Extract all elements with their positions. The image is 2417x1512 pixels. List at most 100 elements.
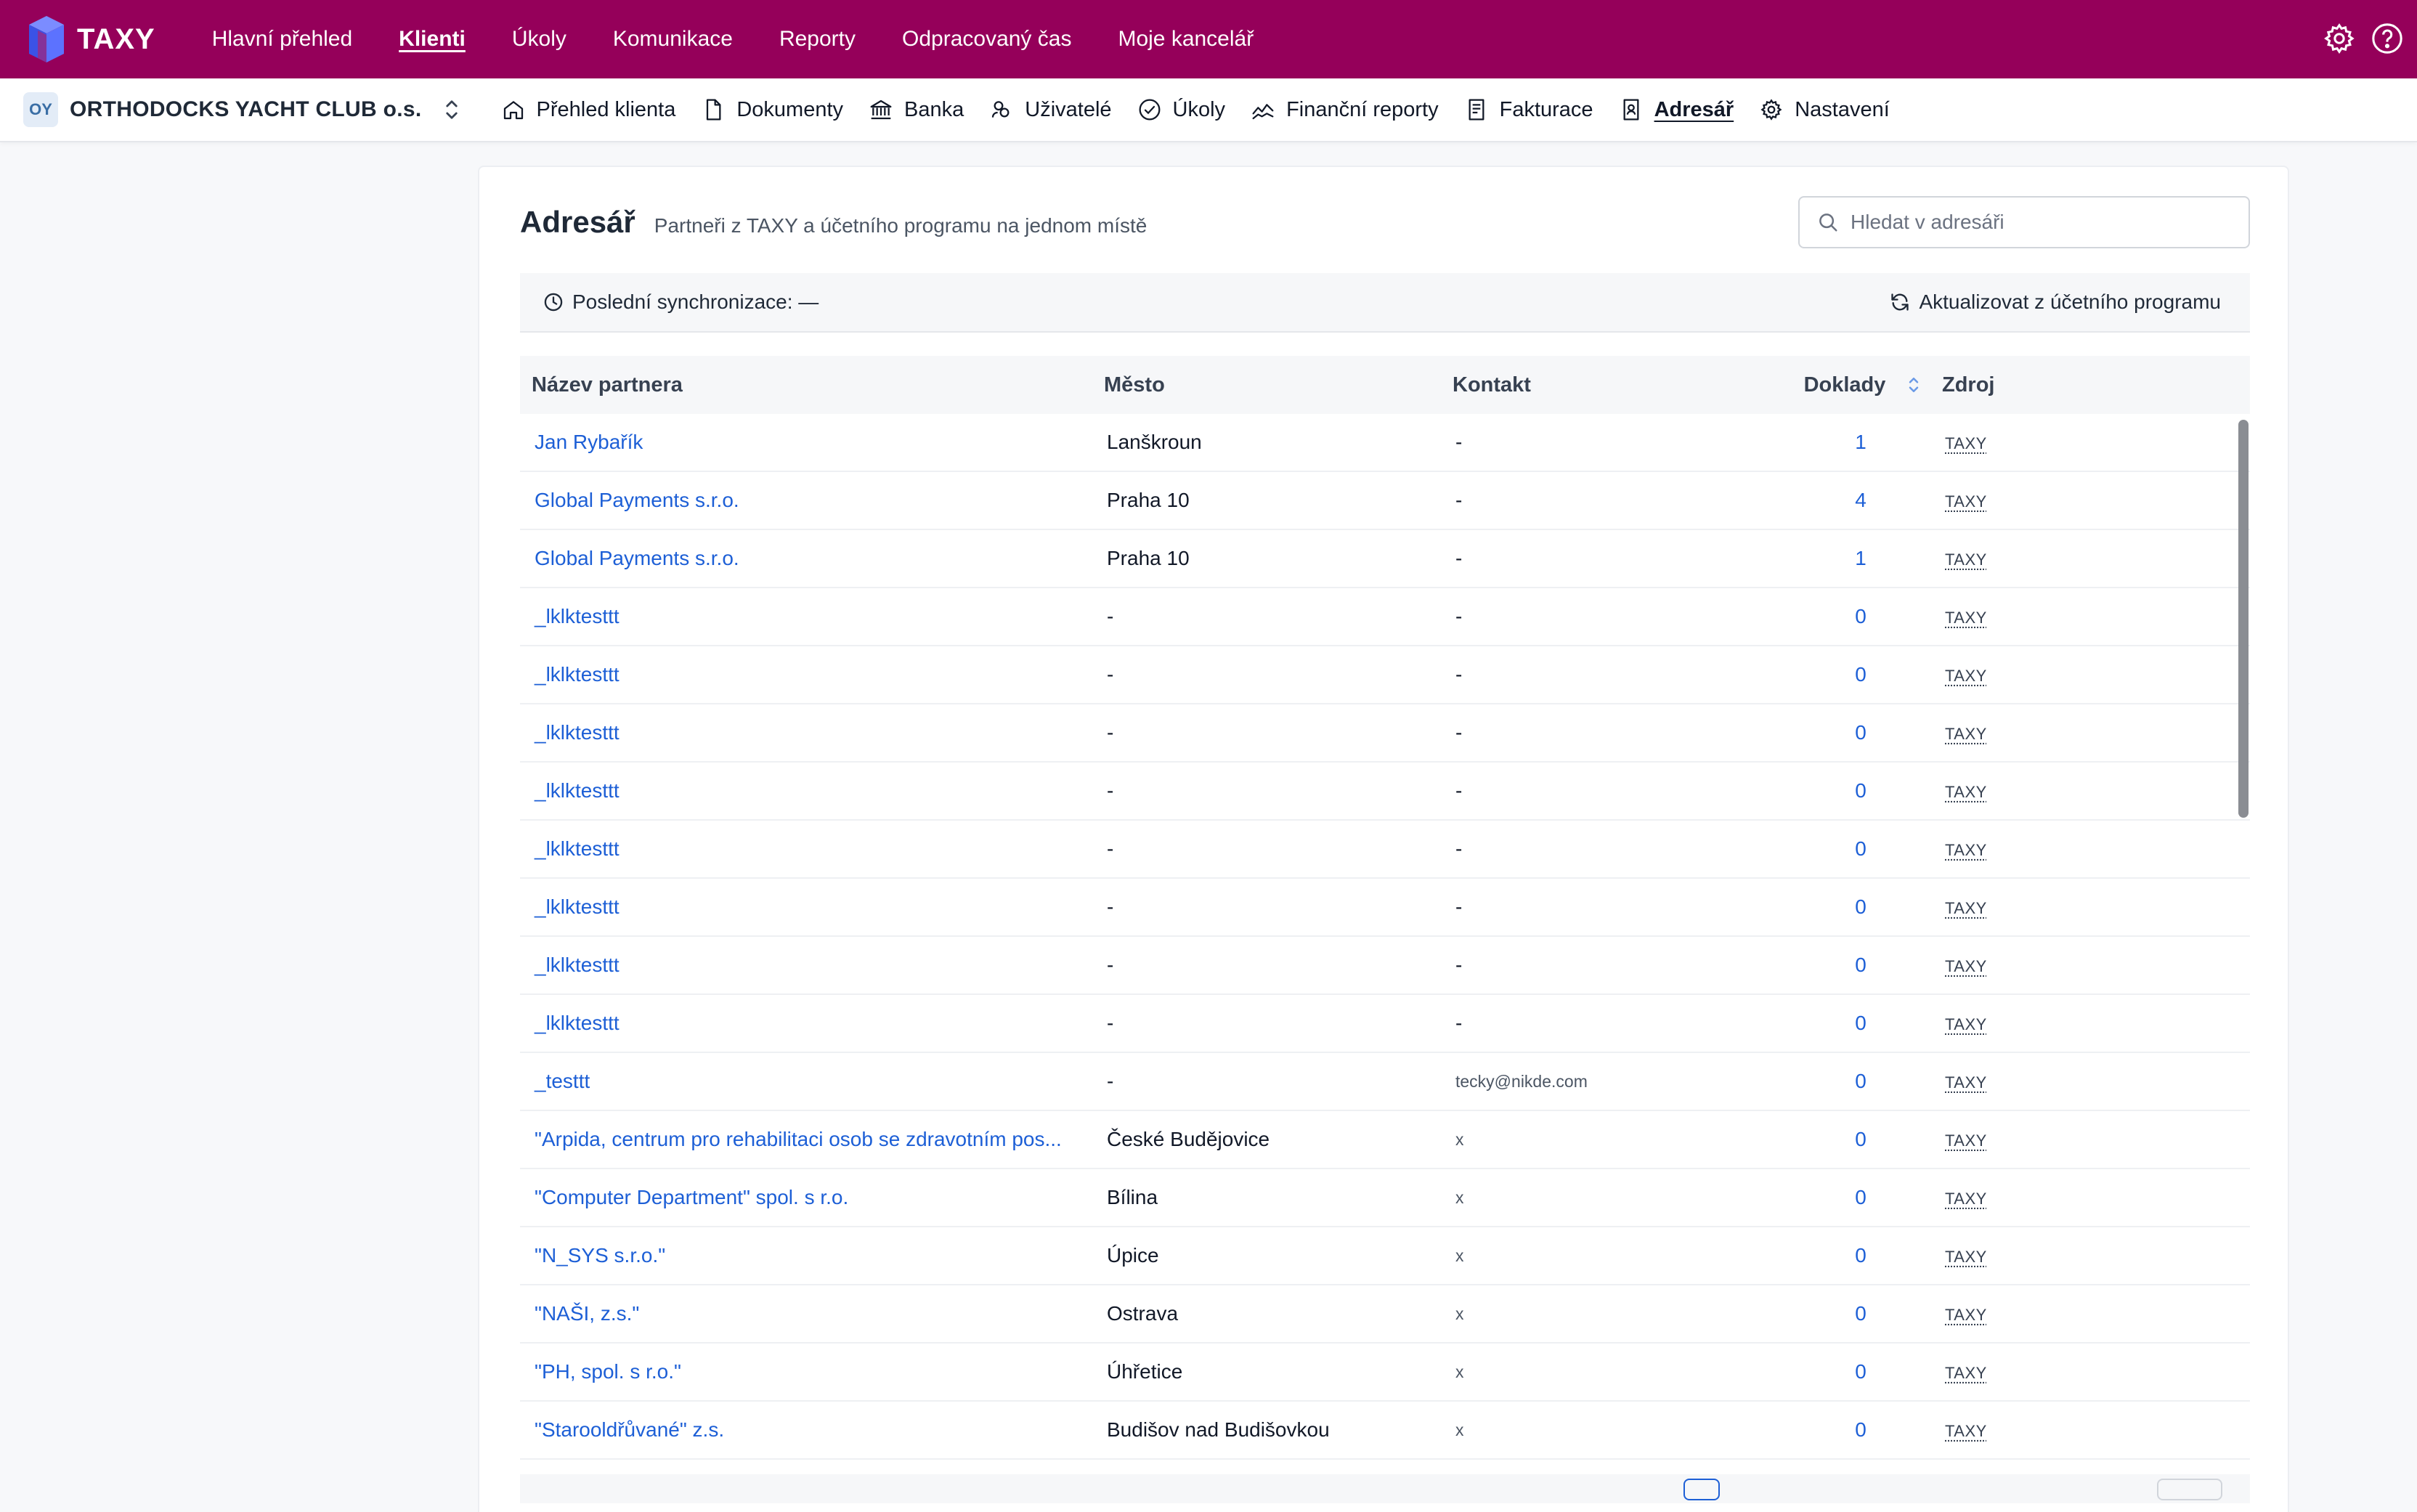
partner-name-link[interactable]: "Computer Department" spol. s r.o. [520,1186,1104,1209]
tab-label: Nastavení [1795,98,1890,122]
sort-icon[interactable] [1906,374,1922,396]
partner-documents-count[interactable]: 0 [1779,779,1925,802]
table-row[interactable]: _lklktesttt - -0 TAXY [520,821,2250,879]
table-row[interactable]: "PH, spol. s r.o." Úhřetice x 0 TAXY [520,1344,2250,1402]
partner-documents-count[interactable]: 0 [1779,1418,1925,1442]
partner-documents-count[interactable]: 0 [1779,954,1925,977]
table-row[interactable]: "Arpida, centrum pro rehabilitaci osob s… [520,1111,2250,1169]
table-row[interactable]: "NAŠI, z.s." Ostrava x 0 TAXY [520,1285,2250,1344]
partner-name-link[interactable]: _lklktesttt [520,605,1104,628]
table-row[interactable]: Jan Rybařík Lanškroun - 1 TAXY [520,414,2250,472]
partner-city: - [1104,1012,1453,1035]
partner-documents-count[interactable]: 0 [1779,1244,1925,1267]
tab-adresar[interactable]: Adresář [1620,98,1734,122]
tab-ukoly[interactable]: Úkoly [1138,98,1226,122]
scrollbar[interactable] [2238,420,2249,818]
nav-komunikace[interactable]: Komunikace [613,27,733,52]
partner-name-link[interactable]: Global Payments s.r.o. [520,489,1104,512]
table-row[interactable]: _lklktesttt - -0 TAXY [520,763,2250,821]
table-row[interactable]: _lklktesttt - -0 TAXY [520,879,2250,937]
partner-documents-count[interactable]: 1 [1779,547,1925,570]
partner-documents-count[interactable]: 0 [1779,605,1925,628]
partner-name-link[interactable]: Jan Rybařík [520,431,1104,454]
table-row[interactable]: _testtt - tecky@nikde.com 0 TAXY [520,1053,2250,1111]
search-box[interactable] [1798,196,2250,248]
tab-fakturace[interactable]: Fakturace [1465,98,1593,122]
client-selector[interactable]: OY ORTHODOCKS YACHT CLUB o.s. [23,92,463,127]
column-header-contact[interactable]: Kontakt [1453,373,1779,397]
partner-documents-count[interactable]: 0 [1779,663,1925,686]
table-row[interactable]: "Starooldřůvané" z.s. Budišov nad Budišov… [520,1402,2250,1460]
partner-name-link[interactable]: "Arpida, centrum pro rehabilitaci osob s… [520,1128,1104,1151]
partner-contact: x [1453,1304,1779,1324]
column-header-name[interactable]: Název partnera [520,373,1104,397]
nav-hlavni-prehled[interactable]: Hlavní přehled [212,27,352,52]
taxy-logo[interactable]: TAXY [26,15,155,64]
table-row[interactable]: _lklktesttt - -0 TAXY [520,937,2250,995]
table-row[interactable]: _lklktesttt - -0 TAXY [520,588,2250,646]
column-header-city[interactable]: Město [1104,373,1453,397]
help-icon[interactable] [2371,22,2404,55]
client-avatar: OY [23,92,58,127]
invoice-icon [1465,98,1488,121]
search-input[interactable] [1851,211,2228,234]
partner-documents-count[interactable]: 0 [1779,895,1925,919]
partner-documents-count[interactable]: 0 [1779,721,1925,744]
partner-name-link[interactable]: "N_SYS s.r.o." [520,1244,1104,1267]
partner-documents-count[interactable]: 0 [1779,1070,1925,1093]
nav-ukoly[interactable]: Úkoly [512,27,566,52]
partner-name-link[interactable]: _lklktesttt [520,1012,1104,1035]
partner-name-link[interactable]: _lklktesttt [520,779,1104,802]
table-row[interactable]: _lklktesttt - -0 TAXY [520,995,2250,1053]
page-size-select[interactable] [2157,1479,2222,1500]
partner-name-link[interactable]: "NAŠI, z.s." [520,1302,1104,1325]
table-row[interactable]: Global Payments s.r.o. Praha 10 - 1 TAXY [520,530,2250,588]
table-row[interactable]: _lklktesttt - -0 TAXY [520,646,2250,704]
tab-financni-reporty[interactable]: Finanční reporty [1251,98,1439,122]
tab-prehled-klienta[interactable]: Přehled klienta [502,98,676,122]
tab-dokumenty[interactable]: Dokumenty [702,98,843,122]
nav-klienti[interactable]: Klienti [399,27,466,52]
refresh-from-accounting-button[interactable]: Aktualizovat z účetního programu [1890,290,2221,314]
sync-bar: Poslední synchronizace: — Aktualizovat z… [520,273,2250,333]
nav-odpracovany-cas[interactable]: Odpracovaný čas [902,27,1071,52]
partner-contact: - [1453,837,1779,861]
partner-name-link[interactable]: _lklktesttt [520,663,1104,686]
partner-documents-count[interactable]: 0 [1779,1012,1925,1035]
partner-source-cell: TAXY [1925,431,2230,454]
chevron-up-down-icon[interactable] [441,97,463,123]
partner-name-link[interactable]: "PH, spol. s r.o." [520,1360,1104,1383]
client-subnav: OY ORTHODOCKS YACHT CLUB o.s. Přehled kl… [0,78,2417,142]
partner-city: Úhřetice [1104,1360,1453,1383]
tab-nastaveni[interactable]: Nastavení [1760,98,1890,122]
partner-documents-count[interactable]: 0 [1779,1186,1925,1209]
partner-name-link[interactable]: _testtt [520,1070,1104,1093]
partner-documents-count[interactable]: 0 [1779,1128,1925,1151]
partner-name-link[interactable]: "Starooldřůvané" z.s. [520,1418,1104,1442]
nav-moje-kancelar[interactable]: Moje kancelář [1118,27,1254,52]
source-badge: TAXY [1945,1131,1987,1150]
partner-documents-count[interactable]: 4 [1779,489,1925,512]
tab-uzivatele[interactable]: Uživatelé [990,98,1111,122]
partner-name-link[interactable]: _lklktesttt [520,721,1104,744]
partner-city: - [1104,1070,1453,1093]
partner-documents-count[interactable]: 0 [1779,1302,1925,1325]
column-header-documents[interactable]: Doklady [1779,373,1925,397]
nav-reporty[interactable]: Reporty [779,27,856,52]
check-circle-icon [1138,98,1161,121]
partner-documents-count[interactable]: 1 [1779,431,1925,454]
partner-name-link[interactable]: _lklktesttt [520,954,1104,977]
gear-icon[interactable] [2323,22,2356,55]
column-header-source[interactable]: Zdroj [1925,373,2230,397]
partner-documents-count[interactable]: 0 [1779,837,1925,861]
table-row[interactable]: _lklktesttt - -0 TAXY [520,704,2250,763]
partner-name-link[interactable]: _lklktesttt [520,895,1104,919]
table-row[interactable]: Global Payments s.r.o. Praha 10 - 4 TAXY [520,472,2250,530]
partner-name-link[interactable]: _lklktesttt [520,837,1104,861]
pagination-current-page[interactable] [1683,1479,1720,1500]
partner-documents-count[interactable]: 0 [1779,1360,1925,1383]
tab-banka[interactable]: Banka [869,98,964,122]
partner-name-link[interactable]: Global Payments s.r.o. [520,547,1104,570]
table-row[interactable]: "Computer Department" spol. s r.o. Bílina… [520,1169,2250,1227]
table-row[interactable]: "N_SYS s.r.o." Úpice x 0 TAXY [520,1227,2250,1285]
